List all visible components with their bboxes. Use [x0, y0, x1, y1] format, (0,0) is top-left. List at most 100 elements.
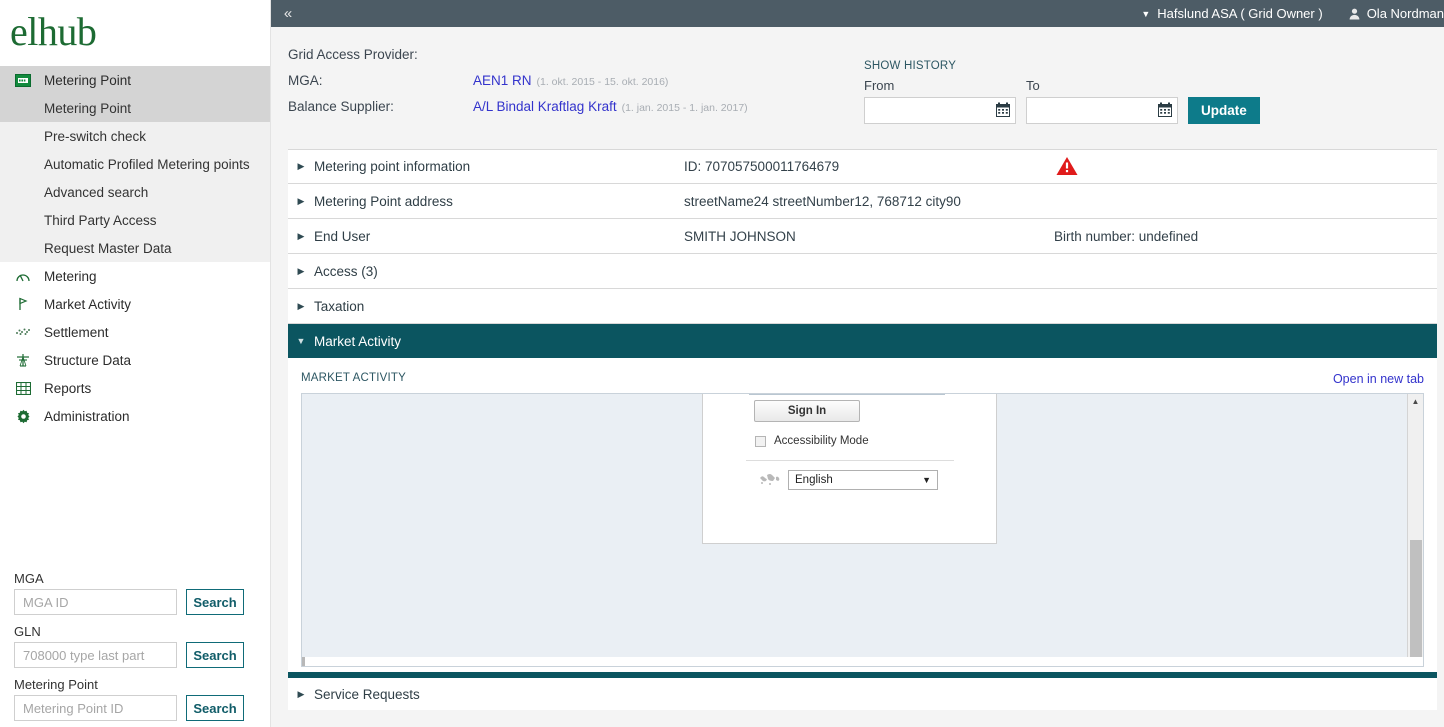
accordion-title: Market Activity [314, 333, 402, 349]
scrollbar-thumb[interactable] [1410, 540, 1422, 665]
accordion-row-metering-point-information[interactable]: ▶ Metering point information ID: 7070575… [288, 149, 1437, 184]
gln-search-button[interactable]: Search [186, 642, 244, 668]
market-activity-panel: MARKET ACTIVITY Open in new tab Sign In … [288, 358, 1437, 672]
sidebar-item-metering-point[interactable]: Metering Point [0, 66, 270, 94]
metering-point-address: streetName24 streetNumber12, 768712 city… [684, 193, 961, 209]
mga-link[interactable]: AEN1 RN [473, 73, 532, 88]
sidebar-item-administration[interactable]: Administration [0, 402, 270, 430]
from-date-input[interactable] [864, 97, 1016, 124]
caret-down-icon: ▼ [296, 336, 306, 346]
chevron-double-left-icon[interactable]: « [271, 5, 305, 22]
show-history-title: SHOW HISTORY [864, 60, 957, 72]
sidebar-subitem-request-master-data[interactable]: Request Master Data [0, 234, 270, 262]
language-select[interactable]: English ▼ [788, 470, 938, 490]
mga-search-button[interactable]: Search [186, 589, 244, 615]
sidebar-subitem-label: Advanced search [44, 184, 149, 200]
scrollbar-thumb[interactable] [302, 657, 305, 666]
balance-supplier-link[interactable]: A/L Bindal Kraftlag Kraft [473, 99, 617, 114]
sidebar-item-settlement[interactable]: Settlement [0, 318, 270, 346]
sidebar-subitem-third-party-access[interactable]: Third Party Access [0, 206, 270, 234]
metering-point-search-label: Metering Point [14, 677, 98, 692]
scatter-icon [14, 324, 32, 340]
sidebar-item-reports[interactable]: Reports [0, 374, 270, 402]
mga-validity-dates: (1. okt. 2015 - 15. okt. 2016) [536, 76, 669, 88]
sidebar-item-label: Settlement [44, 324, 109, 340]
to-date-wrap [1026, 97, 1178, 124]
accordion-row-market-activity[interactable]: ▼ Market Activity [288, 324, 1437, 358]
sidebar-item-structure-data[interactable]: Structure Data [0, 346, 270, 374]
gln-search-label: GLN [14, 624, 41, 639]
show-history-panel: SHOW HISTORY From To Update [864, 60, 1260, 124]
accordion-row-taxation[interactable]: ▶ Taxation [288, 289, 1437, 324]
main-content: Grid Access Provider: MGA: AEN1 RN (1. o… [271, 27, 1444, 727]
sidebar-submenu-metering-point: Metering Point Pre-switch check Automati… [0, 94, 270, 262]
accessibility-mode-checkbox[interactable] [755, 435, 766, 447]
metering-point-search-button[interactable]: Search [186, 695, 244, 721]
flag-icon [14, 296, 32, 312]
update-button[interactable]: Update [1188, 97, 1260, 124]
accordion-row-service-requests[interactable]: ▶ Service Requests [288, 678, 1437, 710]
sidebar-item-metering[interactable]: Metering [0, 262, 270, 290]
accordion-title: Service Requests [314, 686, 420, 702]
to-label: To [1026, 78, 1040, 93]
sidebar-item-label: Reports [44, 380, 92, 396]
sidebar-subitem-advanced-search[interactable]: Advanced search [0, 178, 270, 206]
user-name: Ola Nordman [1366, 6, 1444, 21]
accessibility-mode-label: Accessibility Mode [774, 435, 869, 447]
accordion-row-end-user[interactable]: ▶ End User SMITH JOHNSON Birth number: u… [288, 219, 1437, 254]
open-in-new-tab-link[interactable]: Open in new tab [1333, 372, 1424, 386]
sidebar-item-market-activity[interactable]: Market Activity [0, 290, 270, 318]
mga-search-row: Search [14, 589, 271, 615]
caret-right-icon: ▶ [297, 265, 305, 276]
iframe-vertical-scrollbar[interactable]: ▲ [1407, 394, 1423, 666]
to-date-input[interactable] [1026, 97, 1178, 124]
accordion-title: Access (3) [314, 263, 378, 279]
accordion-title: End User [314, 228, 371, 244]
embedded-password-input[interactable] [749, 394, 945, 395]
sidebar-item-label: Administration [44, 408, 130, 424]
accordion-title: Metering Point address [314, 193, 453, 209]
pylon-icon [14, 352, 32, 368]
embedded-signin-card: Sign In Accessibility Mode English ▼ [702, 394, 997, 544]
metering-point-info-block: Grid Access Provider: MGA: AEN1 RN (1. o… [271, 27, 1444, 149]
mga-search-input[interactable] [14, 589, 177, 615]
accordion-row-access[interactable]: ▶ Access (3) [288, 254, 1437, 289]
sidebar-subitem-label: Request Master Data [44, 240, 172, 256]
sidebar-item-label: Metering Point [44, 72, 132, 88]
iframe-horizontal-scrollbar[interactable] [302, 657, 1423, 666]
sidebar-subitem-metering-point[interactable]: Metering Point [0, 94, 270, 122]
sidebar-search-panel: MGA Search GLN Search Metering Point Sea… [0, 562, 271, 727]
sidebar-subitem-pre-switch-check[interactable]: Pre-switch check [0, 122, 270, 150]
gear-icon [14, 408, 32, 424]
embedded-iframe-viewport: Sign In Accessibility Mode English ▼ ▲ [301, 393, 1424, 667]
user-menu[interactable]: Ola Nordman [1349, 6, 1444, 21]
sidebar-subitem-automatic-profiled-metering-points[interactable]: Automatic Profiled Metering points [0, 150, 270, 178]
user-icon [1349, 8, 1360, 20]
metering-point-id: ID: 707057500011764679 [684, 159, 840, 174]
elhub-logo: elhub [10, 9, 97, 54]
warning-triangle-icon[interactable] [1056, 156, 1078, 181]
accordion-row-metering-point-address[interactable]: ▶ Metering Point address streetName24 st… [288, 184, 1437, 219]
org-name: Hafslund ASA ( Grid Owner ) [1157, 6, 1323, 21]
sidebar-subitem-label: Automatic Profiled Metering points [44, 156, 250, 172]
sidebar-item-label: Market Activity [44, 296, 132, 312]
sidebar-item-label: Metering [44, 268, 97, 284]
sidebar: elhub Metering Point Metering Point Pre-… [0, 0, 271, 727]
scroll-up-arrow-icon[interactable]: ▲ [1408, 394, 1423, 409]
gln-search-input[interactable] [14, 642, 177, 668]
sidebar-item-label: Structure Data [44, 352, 132, 368]
from-date-wrap [864, 97, 1016, 124]
meter-icon [14, 72, 32, 88]
metering-point-accordion: ▶ Metering point information ID: 7070575… [288, 149, 1437, 324]
sidebar-subitem-label: Third Party Access [44, 212, 157, 228]
accordion-title: Taxation [314, 298, 365, 314]
language-value: English [795, 474, 833, 486]
caret-down-icon: ▼ [1141, 8, 1151, 19]
topbar-right-group: ▼ Hafslund ASA ( Grid Owner ) Ola Nordma… [1141, 6, 1444, 21]
org-switcher[interactable]: ▼ Hafslund ASA ( Grid Owner ) [1141, 6, 1322, 21]
sign-in-button[interactable]: Sign In [754, 400, 860, 422]
metering-point-search-row: Search [14, 695, 271, 721]
caret-down-icon: ▼ [922, 475, 931, 485]
metering-point-search-input[interactable] [14, 695, 177, 721]
end-user-name: SMITH JOHNSON [684, 228, 796, 244]
